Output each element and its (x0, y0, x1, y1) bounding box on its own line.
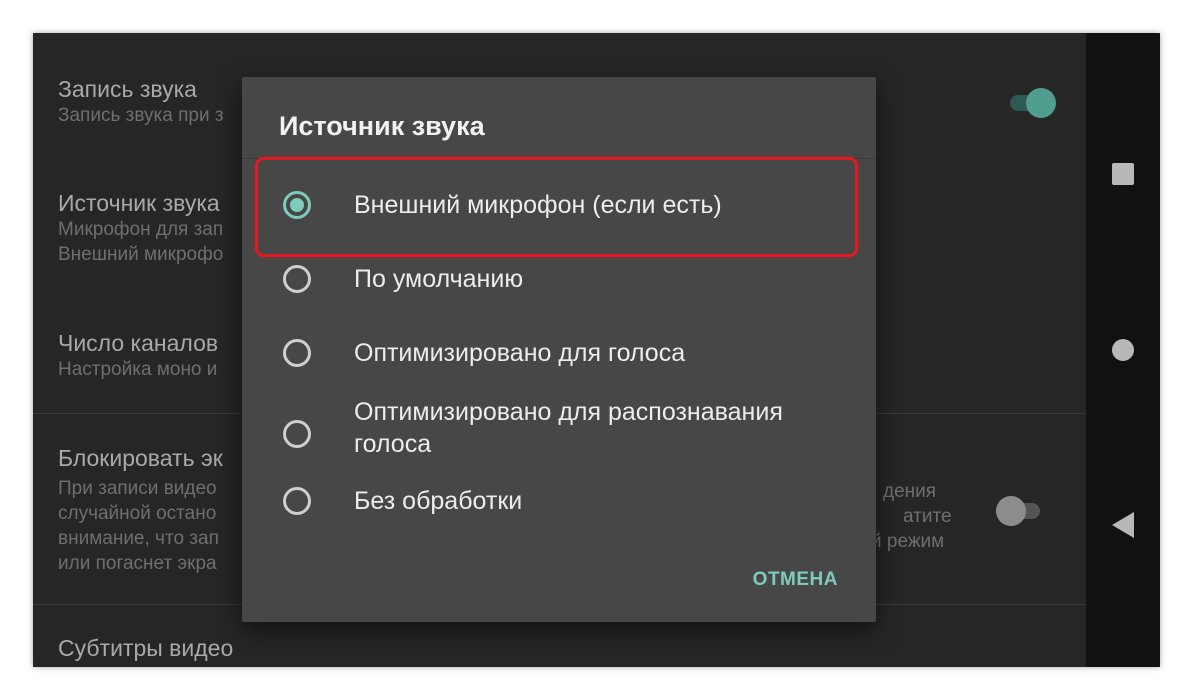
audio-source-dialog: Источник звука Внешний микрофон (если ес… (242, 77, 876, 622)
toggle-knob (996, 496, 1026, 526)
lock-screen-toggle[interactable] (996, 496, 1040, 526)
radio-unchecked-icon[interactable] (283, 420, 311, 448)
setting-subtitles[interactable]: Субтитры видео (58, 634, 1086, 662)
cancel-button[interactable]: ОТМЕНА (753, 569, 838, 591)
setting-title: Субтитры видео (58, 635, 234, 661)
option-label: По умолчанию (354, 265, 524, 293)
option-label: Оптимизировано для голоса (354, 339, 686, 367)
option-voice[interactable]: Оптимизировано для голоса (242, 321, 876, 385)
device-frame: Запись звука Запись звука при з Источник… (33, 33, 1160, 667)
home-icon (1112, 339, 1134, 361)
dialog-title: Источник звука (279, 111, 485, 141)
radio-unchecked-icon[interactable] (283, 339, 311, 367)
setting-subtitle-right: й режим (871, 531, 945, 552)
radio-unchecked-icon[interactable] (283, 487, 311, 515)
back-icon (1112, 512, 1134, 538)
option-label: Без обработки (354, 487, 523, 515)
recents-button[interactable] (1086, 144, 1160, 204)
home-button[interactable] (1086, 320, 1160, 380)
recents-icon (1112, 163, 1134, 185)
radio-unchecked-icon[interactable] (283, 265, 311, 293)
setting-subtitle-right: дения (883, 481, 937, 502)
highlight-frame (255, 157, 858, 257)
back-button[interactable] (1086, 495, 1160, 555)
setting-subtitle-right: атите (903, 506, 952, 527)
settings-screen: Запись звука Запись звука при з Источник… (33, 33, 1086, 667)
audio-recording-toggle[interactable] (1010, 88, 1056, 118)
option-unprocessed[interactable]: Без обработки (242, 469, 876, 533)
navigation-bar (1086, 33, 1160, 667)
toggle-knob (1026, 88, 1056, 118)
option-voice-recognition[interactable]: Оптимизировано для распознавания голоса (242, 394, 876, 474)
option-label: Оптимизировано для распознавания голоса (354, 398, 783, 458)
